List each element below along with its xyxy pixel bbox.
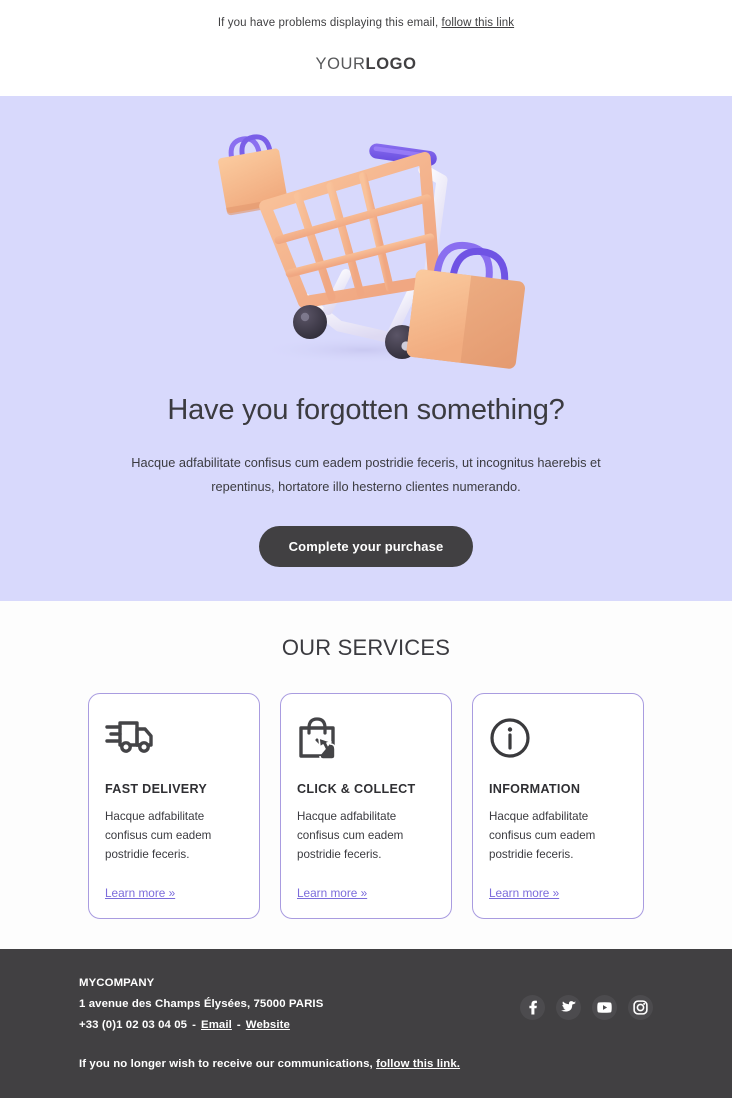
service-card-click-and-collect[interactable]: CLICK & COLLECT Hacque adfabilitate conf… — [280, 693, 452, 920]
facebook-icon[interactable] — [520, 995, 545, 1021]
services-title: OUR SERVICES — [281, 635, 451, 661]
footer-social-links — [520, 995, 653, 1021]
preheader: If you have problems displaying this ema… — [0, 0, 732, 29]
hero-cta-wrapper: Complete your purchase — [0, 526, 732, 568]
footer-company-name: MYCOMPANY — [79, 977, 155, 990]
logo-bar: YOURLOGO — [0, 29, 732, 96]
footer-address: 1 avenue des Champs Élysées, 75000 PARIS — [79, 998, 324, 1011]
footer-contact-line: +33 (0)1 02 03 04 05- Email - Website — [79, 1015, 323, 1036]
footer-unsubscribe: If you no longer wish to receive our com… — [79, 1058, 653, 1070]
hero-section: Have you forgotten something? Hacque adf… — [0, 96, 732, 602]
footer-unsubscribe-link[interactable]: follow this link. — [376, 1058, 460, 1070]
service-card-learn-more-link[interactable]: Learn more » — [297, 886, 435, 900]
service-card-learn-more-link[interactable]: Learn more » — [105, 886, 243, 900]
instagram-icon[interactable] — [628, 995, 653, 1021]
shopping-bag-click-icon — [297, 716, 435, 764]
service-card-information[interactable]: INFORMATION Hacque adfabilitate confisus… — [472, 693, 644, 920]
email-body: If you have problems displaying this ema… — [0, 0, 732, 1110]
service-card-title: CLICK & COLLECT — [297, 782, 416, 797]
footer-phone: +33 (0)1 02 03 04 05 — [79, 1018, 188, 1031]
service-card-text: Hacque adfabilitate confisus cum eadem p… — [105, 810, 212, 861]
hero-title: Have you forgotten something? — [167, 394, 565, 426]
footer-top-row: MYCOMPANY 1 avenue des Champs Élysées, 7… — [79, 973, 653, 1035]
service-card-title: INFORMATION — [489, 782, 581, 797]
brand-logo[interactable]: YOURLOGO — [315, 55, 416, 74]
footer-company-block: MYCOMPANY 1 avenue des Champs Élysées, 7… — [79, 973, 323, 1035]
preheader-text: If you have problems displaying this ema… — [217, 17, 439, 29]
service-card-text: Hacque adfabilitate confisus cum eadem p… — [297, 810, 404, 861]
footer-separator-1: - — [192, 1018, 196, 1031]
service-card-fast-delivery[interactable]: FAST DELIVERY Hacque adfabilitate confis… — [88, 693, 260, 920]
services-section: OUR SERVICES FAST DELIVERY Hacque adfabi… — [0, 601, 732, 950]
service-card-text: Hacque adfabilitate confisus cum eadem p… — [489, 810, 596, 861]
hero-illustration — [196, 114, 536, 376]
service-card-learn-more-link[interactable]: Learn more » — [489, 886, 627, 900]
youtube-icon[interactable] — [592, 995, 617, 1021]
hero-body-text: Hacque adfabilitate confisus cum eadem p… — [131, 455, 601, 494]
footer: MYCOMPANY 1 avenue des Champs Élysées, 7… — [0, 949, 732, 1098]
footer-email-link[interactable]: Email — [201, 1019, 232, 1031]
footer-unsubscribe-text: If you no longer wish to receive our com… — [79, 1057, 373, 1070]
logo-text-bold: LOGO — [365, 55, 417, 73]
footer-website-link[interactable]: Website — [246, 1019, 290, 1031]
service-card-title: FAST DELIVERY — [105, 782, 208, 797]
twitter-icon[interactable] — [556, 995, 581, 1021]
logo-text-light: YOUR — [315, 55, 366, 73]
preheader-link[interactable]: follow this link — [442, 17, 515, 29]
information-circle-icon — [489, 716, 627, 764]
complete-purchase-button[interactable]: Complete your purchase — [258, 526, 474, 568]
footer-separator-2: - — [236, 1018, 241, 1031]
delivery-truck-icon — [105, 716, 243, 764]
services-card-list: FAST DELIVERY Hacque adfabilitate confis… — [0, 693, 732, 920]
